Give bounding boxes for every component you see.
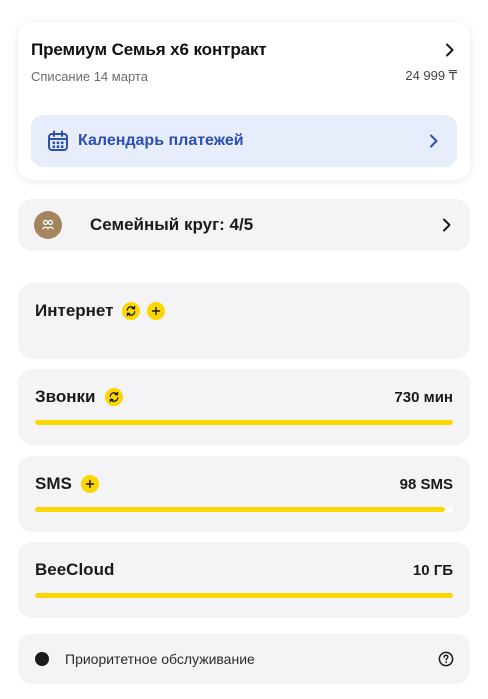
refresh-icon[interactable] bbox=[104, 388, 123, 406]
calls-progress-bar bbox=[35, 420, 453, 425]
chevron-right-icon bbox=[440, 218, 454, 232]
calls-progress-fill bbox=[35, 420, 453, 425]
calls-remaining: 730 мин bbox=[394, 388, 453, 406]
beecloud-header: BeeCloud 10 ГБ bbox=[35, 560, 453, 580]
tariff-card[interactable]: Премиум Семья х6 контракт Списание 14 ма… bbox=[18, 22, 470, 180]
sms-header: SMS 98 SMS bbox=[35, 474, 453, 494]
beecloud-remaining: 10 ГБ bbox=[412, 561, 453, 579]
sms-progress-bar bbox=[35, 507, 453, 512]
calls-header: Звонки 730 мин bbox=[35, 387, 453, 407]
payment-calendar-button[interactable]: Календарь платежей bbox=[31, 115, 457, 167]
plus-icon[interactable] bbox=[80, 475, 99, 493]
payment-calendar-label: Календарь платежей bbox=[78, 132, 244, 149]
sms-title: SMS bbox=[35, 474, 72, 493]
sms-card[interactable]: SMS 98 SMS bbox=[18, 456, 470, 532]
internet-header: Интернет bbox=[35, 301, 453, 321]
internet-card[interactable]: Интернет bbox=[18, 283, 470, 359]
family-icon bbox=[34, 211, 62, 239]
calls-title: Звонки bbox=[35, 387, 96, 406]
calls-card[interactable]: Звонки 730 мин bbox=[18, 369, 470, 445]
calendar-icon bbox=[48, 130, 68, 151]
charge-date: Списание 14 марта bbox=[31, 68, 148, 84]
priority-service-label: Приоритетное обслуживание bbox=[65, 651, 255, 667]
chevron-right-icon bbox=[427, 134, 441, 148]
beecloud-progress-fill bbox=[35, 593, 453, 598]
priority-dot-icon bbox=[35, 652, 49, 666]
sms-progress-fill bbox=[35, 507, 445, 512]
beecloud-progress-bar bbox=[35, 593, 453, 598]
refresh-icon[interactable] bbox=[122, 302, 141, 320]
family-circle-card[interactable]: Семейный круг: 4/5 bbox=[18, 199, 470, 251]
beecloud-card[interactable]: BeeCloud 10 ГБ bbox=[18, 542, 470, 618]
tariff-price: 24 999 ₸ bbox=[405, 68, 457, 83]
beecloud-title: BeeCloud bbox=[35, 560, 115, 579]
question-circle-icon[interactable] bbox=[438, 651, 454, 667]
plus-icon[interactable] bbox=[147, 302, 166, 320]
family-circle-label: Семейный круг: 4/5 bbox=[90, 215, 254, 234]
tariff-sub-row: Списание 14 марта 24 999 ₸ bbox=[31, 68, 457, 84]
priority-service-card[interactable]: Приоритетное обслуживание bbox=[18, 634, 470, 684]
chevron-right-icon[interactable] bbox=[443, 43, 457, 57]
tariff-title: Премиум Семья х6 контракт bbox=[31, 40, 267, 59]
tariff-title-row[interactable]: Премиум Семья х6 контракт bbox=[31, 40, 457, 60]
internet-title: Интернет bbox=[35, 301, 114, 320]
sms-remaining: 98 SMS bbox=[399, 475, 453, 493]
